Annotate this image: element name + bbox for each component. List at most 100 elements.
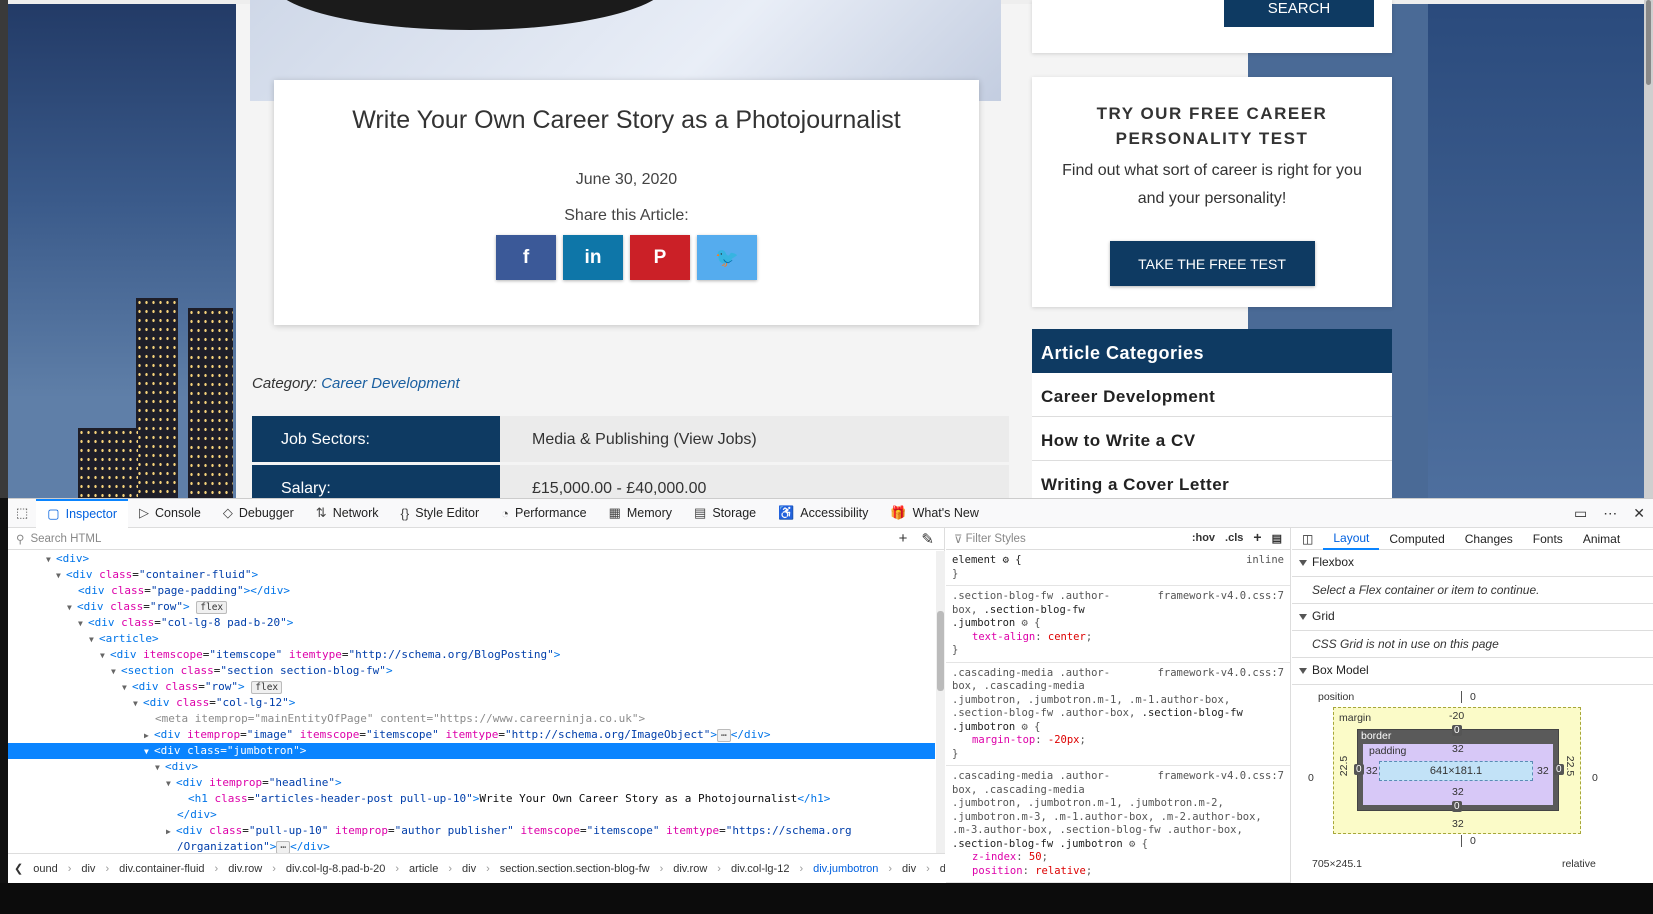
bm-border-top[interactable]: 0 <box>1452 725 1462 736</box>
filter-styles-input[interactable]: Filter Styles <box>966 533 1026 545</box>
tree-node[interactable]: <div class="page-padding"></div> <box>8 583 935 599</box>
tab-animations[interactable]: Animat <box>1573 532 1630 546</box>
breadcrumb-item[interactable]: div <box>940 863 945 875</box>
breadcrumb-item[interactable]: div.col-lg-8.pad-b-20 <box>286 863 385 875</box>
pick-element-button[interactable]: ⬚ <box>8 499 36 528</box>
tab-label: Debugger <box>238 506 294 520</box>
bm-border-right[interactable]: 0 <box>1554 764 1564 775</box>
toggle-sidebar-icon[interactable]: ◫ <box>1292 532 1323 546</box>
crumb-prev-icon[interactable]: ❮ <box>14 862 23 875</box>
grid-section[interactable]: Grid <box>1292 604 1653 631</box>
flexbox-section[interactable]: Flexbox <box>1292 550 1653 577</box>
css-rule[interactable]: framework-v4.0.css:7 .section-blog-fw .au… <box>946 586 1290 663</box>
breadcrumb-separator: › <box>888 862 893 875</box>
tab-performance[interactable]: ◔ Performance <box>490 499 597 528</box>
breadcrumb-item[interactable]: article <box>409 863 438 875</box>
cls-toggle[interactable]: .cls <box>1225 532 1243 545</box>
bm-padding-bottom[interactable]: 32 <box>1452 786 1464 798</box>
filter-styles-bar[interactable]: ⊽ Filter Styles :hov .cls + ▤ <box>946 528 1290 550</box>
tree-node[interactable]: ▼ <div class="row"> flex <box>8 679 935 695</box>
tab-what-s-new[interactable]: 🎁 What's New <box>879 499 989 528</box>
category-item[interactable]: How to Write a CV <box>1032 417 1392 461</box>
tab-storage[interactable]: ▤ Storage <box>683 499 767 528</box>
add-rule-icon[interactable]: + <box>1253 529 1261 545</box>
tab-accessibility[interactable]: ♿ Accessibility <box>767 499 879 528</box>
breadcrumb-item[interactable]: div <box>902 863 916 875</box>
tab-style-editor[interactable]: {} Style Editor <box>390 499 491 528</box>
breadcrumb-item[interactable]: div <box>81 863 95 875</box>
bm-margin-top[interactable]: -20 <box>1449 710 1464 722</box>
tree-node[interactable]: ▼ <div itemprop="headline"> <box>8 775 935 791</box>
linkedin-share-button[interactable]: in <box>563 235 623 280</box>
tab-computed[interactable]: Computed <box>1379 532 1454 546</box>
css-rule[interactable]: inline element ⚙ {} <box>946 550 1290 586</box>
bm-border-bottom[interactable]: 0 <box>1452 801 1462 812</box>
html-search-input[interactable]: Search HTML <box>30 533 101 545</box>
tab-changes[interactable]: Changes <box>1455 532 1523 546</box>
page-scrollbar[interactable] <box>1644 0 1653 498</box>
tree-node[interactable]: ▼ <div> <box>8 551 935 567</box>
tree-node[interactable]: ▼ <div class="col-lg-12"> <box>8 695 935 711</box>
flexbox-note: Select a Flex container or item to conti… <box>1292 577 1653 604</box>
breadcrumb-item[interactable]: div.row <box>228 863 262 875</box>
css-rule[interactable]: framework-v4.0.css:7 .cascading-media .au… <box>946 663 1290 766</box>
add-node-icon[interactable]: + <box>899 530 908 548</box>
tree-node[interactable]: <meta itemprop="mainEntityOfPage" conten… <box>8 711 935 727</box>
take-free-test-button[interactable]: TAKE THE FREE TEST <box>1109 241 1315 286</box>
tab-console[interactable]: ▷ Console <box>128 499 212 528</box>
breadcrumb-item[interactable]: div.container-fluid <box>119 863 204 875</box>
tree-node[interactable]: </div> <box>8 807 935 823</box>
bm-padding-right[interactable]: 32 <box>1537 765 1549 777</box>
tab-layout[interactable]: Layout <box>1323 528 1380 550</box>
hov-toggle[interactable]: :hov <box>1192 532 1215 545</box>
tab-fonts[interactable]: Fonts <box>1523 532 1573 546</box>
job-row-value[interactable]: Media & Publishing (View Jobs) <box>500 416 1009 462</box>
tree-node[interactable]: ▶ <div class="pull-up-10" itemprop="autho… <box>8 823 935 839</box>
search-button[interactable]: SEARCH <box>1224 0 1374 27</box>
tree-node[interactable]: ▼ <div class="row"> flex <box>8 599 935 615</box>
tree-node[interactable]: ▼ <div class="col-lg-8 pad-b-20"> <box>8 615 935 631</box>
tab-debugger[interactable]: ◇ Debugger <box>212 499 305 528</box>
bm-border-left[interactable]: 0 <box>1354 764 1364 775</box>
category-item[interactable]: Writing a Cover Letter <box>1032 461 1392 498</box>
tree-node[interactable]: ▼ <div class="container-fluid"> <box>8 567 935 583</box>
breadcrumb-item[interactable]: ound <box>33 863 57 875</box>
markup-scrollbar[interactable] <box>936 551 945 853</box>
pinterest-share-button[interactable]: P <box>630 235 690 280</box>
article-category: Category: Career Development <box>252 375 460 392</box>
tree-node-selected[interactable]: ▼ <div class="jumbotron"> <box>8 743 935 759</box>
tree-node[interactable]: ▶ <div itemprop="image" itemscope="itemsc… <box>8 727 935 743</box>
more-menu-icon[interactable]: ⋯ <box>1603 505 1617 522</box>
eyedropper-icon[interactable]: ✎ <box>921 530 934 548</box>
tab-network[interactable]: ⇅ Network <box>305 499 390 528</box>
filter-icon: ⊽ <box>954 533 966 546</box>
bm-margin-bottom[interactable]: 32 <box>1452 818 1464 830</box>
bm-padding-left[interactable]: 32 <box>1366 765 1378 777</box>
breadcrumb-item[interactable]: div.jumbotron <box>813 863 878 875</box>
tree-node[interactable]: ▼ <div itemscope="itemscope" itemtype="ht… <box>8 647 935 663</box>
breadcrumb-item[interactable]: section.section.section-blog-fw <box>500 863 650 875</box>
facebook-share-button[interactable]: f <box>496 235 556 280</box>
tree-node[interactable]: <h1 class="articles-header-post pull-up-… <box>8 791 935 807</box>
twitter-share-button[interactable]: 🐦 <box>697 235 757 280</box>
html-search-bar[interactable]: ⚲ Search HTML + ✎ <box>8 528 944 550</box>
tree-node[interactable]: ▼ <section class="section section-blog-fw… <box>8 663 935 679</box>
category-link[interactable]: Career Development <box>321 375 459 392</box>
tab-inspector[interactable]: ▢ Inspector <box>36 498 129 528</box>
tree-node[interactable]: ▼ <div> <box>8 759 935 775</box>
close-icon[interactable]: ✕ <box>1633 505 1645 522</box>
bm-margin-right[interactable]: 22.5 <box>1564 756 1576 776</box>
tab-memory[interactable]: ▦ Memory <box>598 499 683 528</box>
breadcrumb-item[interactable]: div.row <box>673 863 707 875</box>
css-rule[interactable]: framework-v4.0.css:7 .cascading-media .au… <box>946 766 1290 883</box>
dock-icon[interactable]: ▭ <box>1574 505 1587 522</box>
breadcrumb-item[interactable]: div.col-lg-12 <box>731 863 790 875</box>
print-icon[interactable]: ▤ <box>1272 532 1282 545</box>
bm-margin-left[interactable]: 22.5 <box>1338 756 1350 776</box>
box-model-section[interactable]: Box Model <box>1292 658 1653 685</box>
category-item[interactable]: Career Development <box>1032 373 1392 417</box>
breadcrumb-item[interactable]: div <box>462 863 476 875</box>
style-editor-icon: {} <box>400 505 410 521</box>
tree-node[interactable]: ▼ <article> <box>8 631 935 647</box>
bm-padding-top[interactable]: 32 <box>1452 743 1464 755</box>
